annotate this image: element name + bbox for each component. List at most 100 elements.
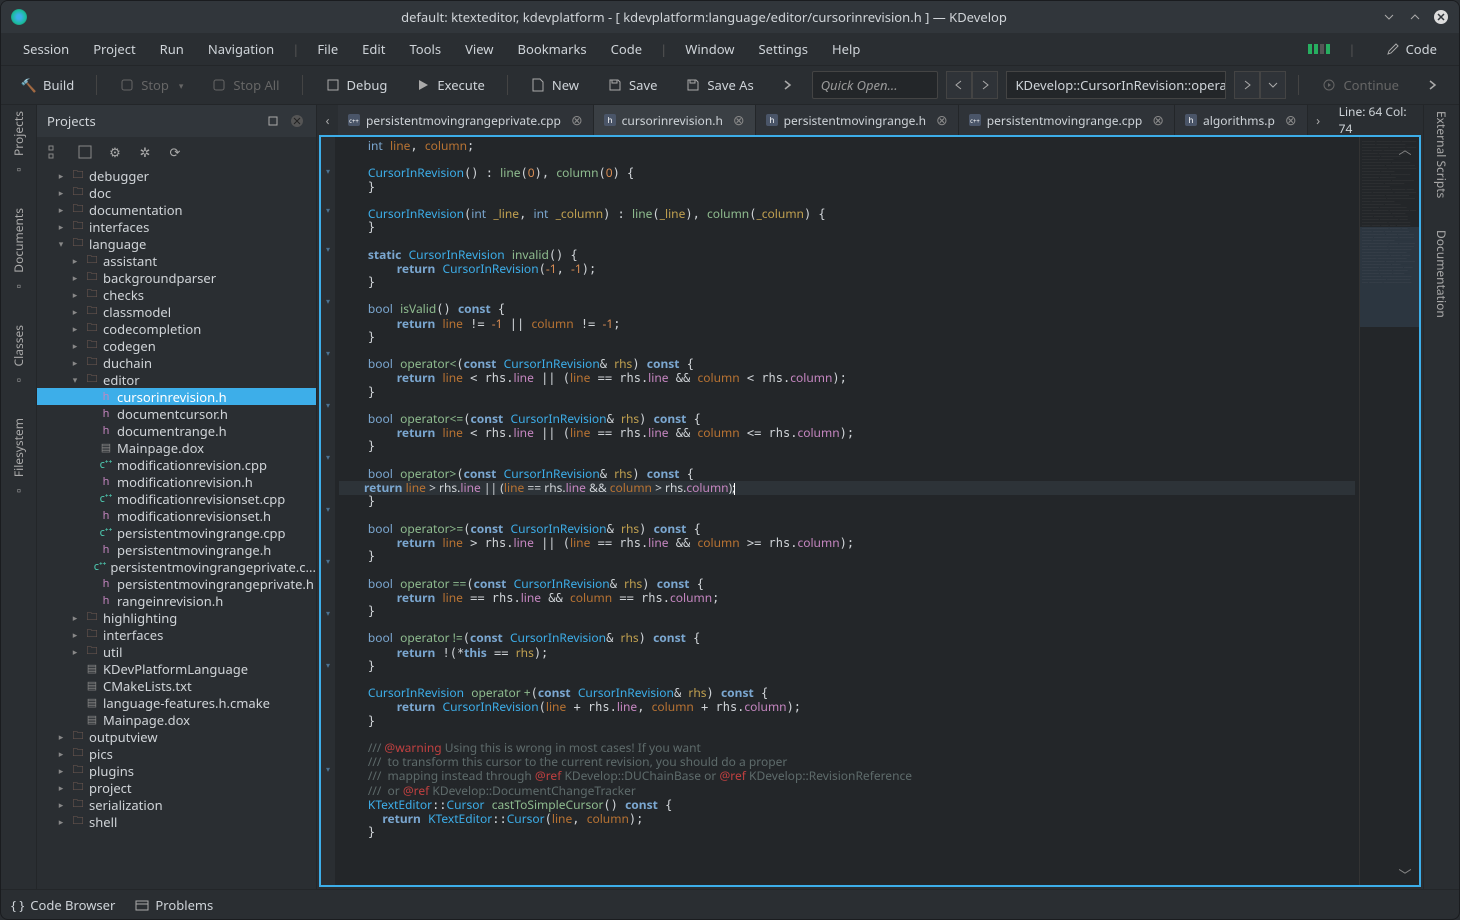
twisty-icon[interactable]: ▸ bbox=[55, 169, 67, 182]
tree-item[interactable]: ▸🗀serialization bbox=[37, 796, 316, 813]
new-button[interactable]: New bbox=[520, 72, 589, 98]
menu-navigation[interactable]: Navigation bbox=[196, 36, 286, 62]
tree-item[interactable]: ▸🗀codegen bbox=[37, 337, 316, 354]
tree-item[interactable]: ▸🗀doc bbox=[37, 184, 316, 201]
twisty-icon[interactable]: ▸ bbox=[69, 356, 81, 369]
tree-item[interactable]: hpersistentmovingrangeprivate.h bbox=[37, 575, 316, 592]
tree-item[interactable]: ▤Mainpage.dox bbox=[37, 711, 316, 728]
nav-back-button[interactable] bbox=[946, 71, 972, 99]
code-editor[interactable]: ▾▾▾▾▾▾▾▾▾▾▾▾ int line, column; CursorInR… bbox=[319, 135, 1421, 887]
tree-item[interactable]: ▸🗀debugger bbox=[37, 167, 316, 184]
twisty-icon[interactable]: ▸ bbox=[55, 186, 67, 199]
twisty-icon[interactable]: ▾ bbox=[69, 373, 81, 386]
tree-item[interactable]: c⁺⁺modificationrevision.cpp bbox=[37, 456, 316, 473]
menu-code[interactable]: Code bbox=[599, 36, 654, 62]
rightdock-documentation[interactable]: Documentation bbox=[1433, 230, 1450, 318]
tree-item[interactable]: ▸🗀backgroundparser bbox=[37, 269, 316, 286]
minimize-button[interactable] bbox=[1381, 9, 1397, 25]
menu-view[interactable]: View bbox=[453, 36, 505, 62]
twisty-icon[interactable]: ▸ bbox=[69, 254, 81, 267]
tree-item[interactable]: hdocumentcursor.h bbox=[37, 405, 316, 422]
twisty-icon[interactable]: ▸ bbox=[55, 203, 67, 216]
code-content[interactable]: int line, column; CursorInRevision() : l… bbox=[335, 137, 1359, 885]
tree-item[interactable]: ▤language-features.h.cmake bbox=[37, 694, 316, 711]
editor-tab[interactable]: hpersistentmovingrange.h⊗ bbox=[756, 105, 959, 135]
tree-item[interactable]: c⁺⁺persistentmovingrange.cpp bbox=[37, 524, 316, 541]
twisty-icon[interactable]: ▸ bbox=[69, 288, 81, 301]
tab-close-icon[interactable]: ⊗ bbox=[733, 111, 745, 130]
tree-item[interactable]: ▾🗀editor bbox=[37, 371, 316, 388]
debug-button[interactable]: Debug bbox=[315, 72, 398, 98]
tree-item[interactable]: ▸🗀documentation bbox=[37, 201, 316, 218]
saveas-button[interactable]: Save As bbox=[675, 72, 763, 98]
tree-item[interactable]: ▸🗀outputview bbox=[37, 728, 316, 745]
tree-item[interactable]: ▸🗀checks bbox=[37, 286, 316, 303]
tree-item[interactable]: hrangeinrevision.h bbox=[37, 592, 316, 609]
tree-item[interactable]: ▸🗀duchain bbox=[37, 354, 316, 371]
menu-project[interactable]: Project bbox=[81, 36, 147, 62]
tab-close-icon[interactable]: ⊗ bbox=[1285, 111, 1297, 130]
sync-icon[interactable]: ✲ bbox=[135, 142, 155, 162]
outline-dropdown-button[interactable] bbox=[1260, 71, 1286, 99]
tree-item[interactable]: ▤CMakeLists.txt bbox=[37, 677, 316, 694]
twisty-icon[interactable]: ▸ bbox=[55, 220, 67, 233]
build-button[interactable]: 🔨Build bbox=[11, 72, 84, 98]
tabs-scroll-left[interactable]: ‹ bbox=[317, 105, 338, 135]
leftdock-classes[interactable]: ▫Classes bbox=[10, 325, 27, 386]
tree-item[interactable]: hpersistentmovingrange.h bbox=[37, 541, 316, 558]
tree-item[interactable]: c⁺⁺persistentmovingrangeprivate.c... bbox=[37, 558, 316, 575]
twisty-icon[interactable]: ▸ bbox=[69, 322, 81, 335]
twisty-icon[interactable]: ▸ bbox=[55, 781, 67, 794]
menu-tools[interactable]: Tools bbox=[397, 36, 453, 62]
rightdock-external-scripts[interactable]: External Scripts bbox=[1433, 111, 1450, 198]
tree-item[interactable]: hmodificationrevision.h bbox=[37, 473, 316, 490]
twisty-icon[interactable]: ▸ bbox=[55, 815, 67, 828]
tree-item[interactable]: ▸🗀plugins bbox=[37, 762, 316, 779]
minimap[interactable]: ︿ ─────────── ──────────────────── ─────… bbox=[1359, 137, 1419, 885]
toolbar-overflow[interactable] bbox=[772, 75, 804, 95]
twisty-icon[interactable]: ▸ bbox=[55, 747, 67, 760]
menu-run[interactable]: Run bbox=[148, 36, 196, 62]
tree-item[interactable]: ▸🗀project bbox=[37, 779, 316, 796]
twisty-icon[interactable]: ▸ bbox=[69, 305, 81, 318]
flat-mode-button[interactable] bbox=[75, 142, 95, 162]
outline-next-button[interactable] bbox=[1234, 71, 1260, 99]
tabs-scroll-right[interactable]: › bbox=[1308, 105, 1329, 135]
twisty-icon[interactable]: ▸ bbox=[69, 611, 81, 624]
tab-close-icon[interactable]: ⊗ bbox=[1152, 111, 1164, 130]
tree-item[interactable]: ▾🗀language bbox=[37, 235, 316, 252]
close-button[interactable] bbox=[1433, 9, 1449, 25]
tab-close-icon[interactable]: ⊗ bbox=[936, 111, 948, 130]
tree-item[interactable]: ▸🗀assistant bbox=[37, 252, 316, 269]
editor-tab[interactable]: hcursorinrevision.h⊗ bbox=[594, 105, 756, 135]
menu-settings[interactable]: Settings bbox=[747, 36, 820, 62]
minimap-viewport[interactable] bbox=[1360, 227, 1419, 327]
twisty-icon[interactable]: ▸ bbox=[69, 339, 81, 352]
tree-item[interactable]: hmodificationrevisionset.h bbox=[37, 507, 316, 524]
tree-item[interactable]: ▸🗀util bbox=[37, 643, 316, 660]
fold-gutter[interactable]: ▾▾▾▾▾▾▾▾▾▾▾▾ bbox=[321, 137, 335, 885]
minimap-up-button[interactable]: ︿ bbox=[1395, 141, 1415, 155]
nav-forward-button[interactable] bbox=[972, 71, 998, 99]
tab-close-icon[interactable]: ⊗ bbox=[571, 111, 583, 130]
menu-bookmarks[interactable]: Bookmarks bbox=[506, 36, 599, 62]
tree-item[interactable]: ▤Mainpage.dox bbox=[37, 439, 316, 456]
twisty-icon[interactable]: ▸ bbox=[55, 798, 67, 811]
quick-open-input[interactable]: Quick Open... bbox=[812, 71, 939, 99]
editor-tab[interactable]: halgorithms.p⊗ bbox=[1175, 105, 1308, 135]
leftdock-projects[interactable]: ▫Projects bbox=[10, 111, 27, 176]
tree-item[interactable]: ▸🗀pics bbox=[37, 745, 316, 762]
save-button[interactable]: Save bbox=[597, 72, 667, 98]
tree-item[interactable]: ▸🗀interfaces bbox=[37, 626, 316, 643]
twisty-icon[interactable]: ▸ bbox=[69, 645, 81, 658]
outline-selector[interactable]: KDevelop::CursorInRevision::opera bbox=[1006, 71, 1226, 99]
tree-mode-button[interactable] bbox=[45, 142, 65, 162]
projects-tree[interactable]: ▸🗀debugger▸🗀doc▸🗀documentation▸🗀interfac… bbox=[37, 167, 316, 889]
panel-close-button[interactable] bbox=[288, 112, 306, 130]
menu-window[interactable]: Window bbox=[673, 36, 746, 62]
tree-item[interactable]: ▸🗀interfaces bbox=[37, 218, 316, 235]
twisty-icon[interactable]: ▸ bbox=[69, 628, 81, 641]
twisty-icon[interactable]: ▸ bbox=[55, 730, 67, 743]
twisty-icon[interactable]: ▸ bbox=[55, 764, 67, 777]
tree-item[interactable]: ▤KDevPlatformLanguage bbox=[37, 660, 316, 677]
